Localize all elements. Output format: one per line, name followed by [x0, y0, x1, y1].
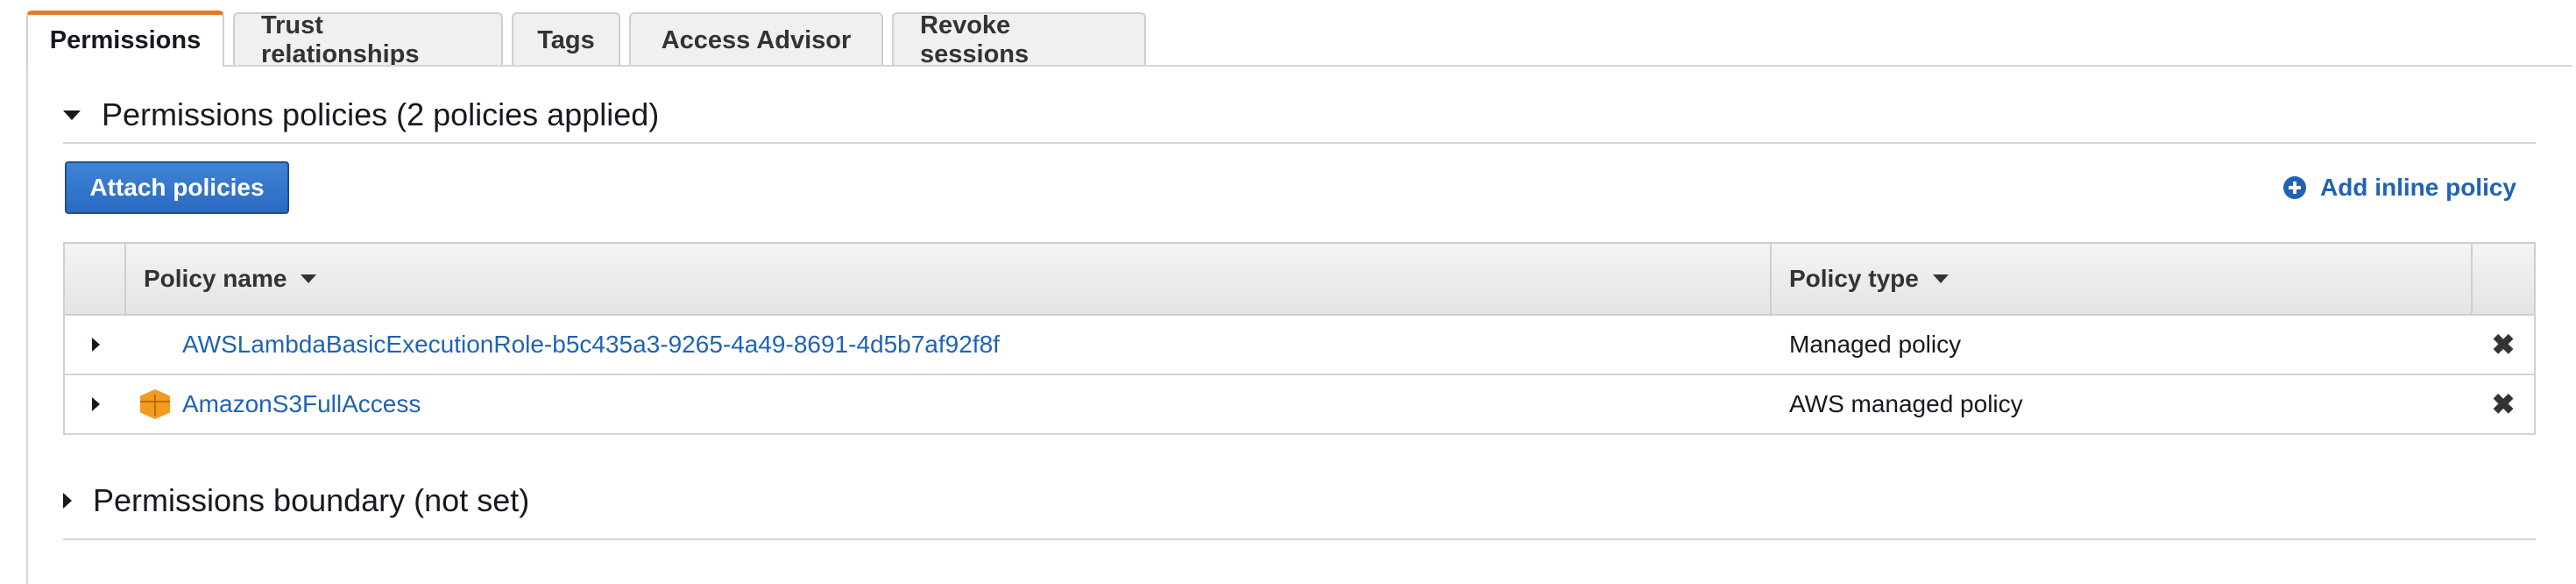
add-inline-policy-label: Add inline policy	[2319, 174, 2516, 201]
caret-right-icon	[91, 397, 100, 411]
policy-name-column-header[interactable]: Policy name	[126, 244, 1772, 314]
row-expand-toggle[interactable]	[65, 375, 126, 433]
tab-bar: Permissions Trust relationships Tags Acc…	[26, 11, 1155, 68]
policy-type-header-label: Policy type	[1789, 265, 1919, 292]
policy-name-cell: AWSLambdaBasicExecutionRole-b5c435a3-926…	[126, 316, 1772, 374]
tab-permissions[interactable]: Permissions	[26, 11, 224, 67]
attach-policies-button[interactable]: Attach policies	[65, 161, 289, 214]
policy-icon-slot	[140, 329, 182, 360]
remove-policy-button[interactable]: ✖	[2473, 375, 2534, 433]
plus-circle-icon	[2282, 176, 2306, 199]
permissions-policies-header[interactable]: Permissions policies (2 policies applied…	[63, 96, 659, 133]
policy-type-cell: Managed policy	[1789, 331, 1962, 358]
policies-table: Policy name Policy type AWSLambdaBasicEx…	[63, 242, 2536, 435]
section-divider	[63, 538, 2536, 540]
action-column-header	[2473, 244, 2534, 314]
tab-tags[interactable]: Tags	[512, 12, 620, 67]
remove-policy-button[interactable]: ✖	[2473, 316, 2534, 374]
tab-revoke-sessions[interactable]: Revoke sessions	[892, 11, 1146, 68]
tab-trust-relationships[interactable]: Trust relationships	[233, 11, 503, 68]
policy-name-link[interactable]: AWSLambdaBasicExecutionRole-b5c435a3-926…	[182, 331, 1000, 359]
policy-name-cell: AmazonS3FullAccess	[126, 375, 1772, 433]
policy-name-link[interactable]: AmazonS3FullAccess	[182, 390, 421, 418]
policy-icon-slot	[140, 388, 182, 420]
row-expand-toggle[interactable]	[65, 316, 126, 374]
table-row: AWSLambdaBasicExecutionRole-b5c435a3-926…	[65, 316, 2534, 375]
table-row: AmazonS3FullAccess AWS managed policy ✖	[65, 375, 2534, 435]
caret-right-icon	[63, 493, 72, 509]
policy-type-cell: AWS managed policy	[1789, 390, 2023, 417]
aws-cube-icon	[140, 389, 170, 419]
permissions-policies-title: Permissions policies (2 policies applied…	[102, 96, 660, 132]
tab-panel-permissions: Permissions policies (2 policies applied…	[26, 65, 2572, 584]
tab-access-advisor[interactable]: Access Advisor	[629, 12, 883, 67]
expand-column-header	[65, 244, 126, 314]
caret-right-icon	[91, 338, 100, 352]
table-header: Policy name Policy type	[65, 244, 2534, 316]
policy-type-column-header[interactable]: Policy type	[1772, 244, 2473, 314]
add-inline-policy-link[interactable]: Add inline policy	[2282, 174, 2516, 202]
permissions-boundary-header[interactable]: Permissions boundary (not set)	[63, 482, 529, 519]
section-divider	[63, 142, 2536, 144]
permissions-boundary-title: Permissions boundary (not set)	[93, 482, 530, 518]
iam-role-permissions-page: Permissions Trust relationships Tags Acc…	[0, 0, 2576, 584]
sort-down-icon	[301, 274, 317, 283]
close-icon: ✖	[2491, 329, 2516, 360]
policy-name-header-label: Policy name	[144, 265, 287, 292]
close-icon: ✖	[2491, 388, 2516, 420]
caret-down-icon	[63, 110, 81, 120]
sort-down-icon	[1932, 274, 1949, 283]
